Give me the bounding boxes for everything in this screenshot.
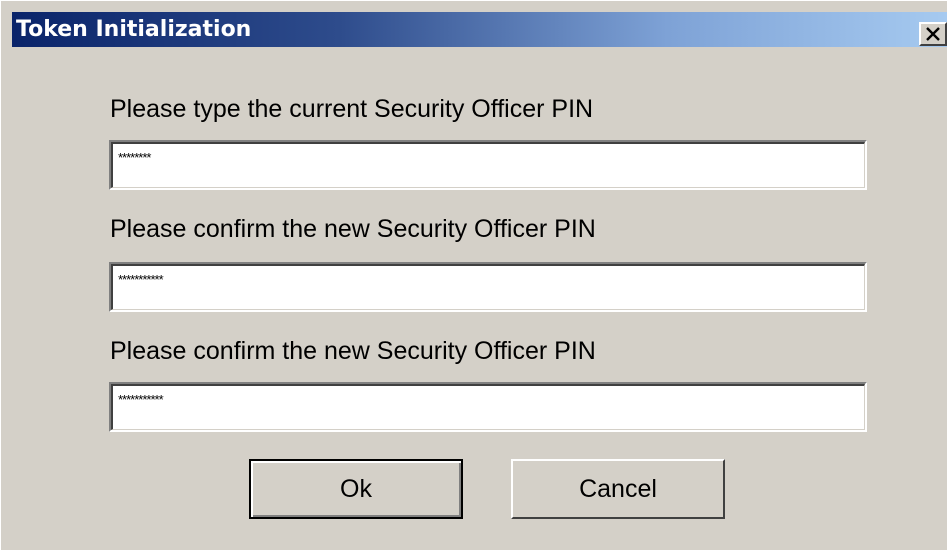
dialog-title: Token Initialization xyxy=(16,17,252,42)
confirm-pin-label: Please confirm the new Security Officer … xyxy=(110,337,596,365)
current-pin-field[interactable]: ******** xyxy=(109,140,867,190)
title-bar[interactable]: Token Initialization xyxy=(1,1,947,49)
new-pin-field-inset: *********** xyxy=(111,264,865,310)
confirm-pin-value: *********** xyxy=(118,392,164,407)
close-button[interactable] xyxy=(919,22,947,46)
new-pin-label: Please confirm the new Security Officer … xyxy=(110,215,596,243)
title-bar-gradient: Token Initialization xyxy=(12,12,947,47)
close-icon xyxy=(926,27,940,41)
current-pin-label: Please type the current Security Officer… xyxy=(110,95,594,123)
new-pin-value: *********** xyxy=(118,272,164,287)
ok-button[interactable]: Ok xyxy=(249,459,463,519)
new-pin-field[interactable]: *********** xyxy=(109,262,867,312)
token-initialization-dialog: Token Initialization Please type the cur… xyxy=(0,0,947,550)
confirm-pin-field[interactable]: *********** xyxy=(109,382,867,432)
current-pin-field-inset: ******** xyxy=(111,142,865,188)
confirm-pin-field-inset: *********** xyxy=(111,384,865,430)
current-pin-value: ******** xyxy=(118,150,151,165)
cancel-button[interactable]: Cancel xyxy=(511,459,725,519)
